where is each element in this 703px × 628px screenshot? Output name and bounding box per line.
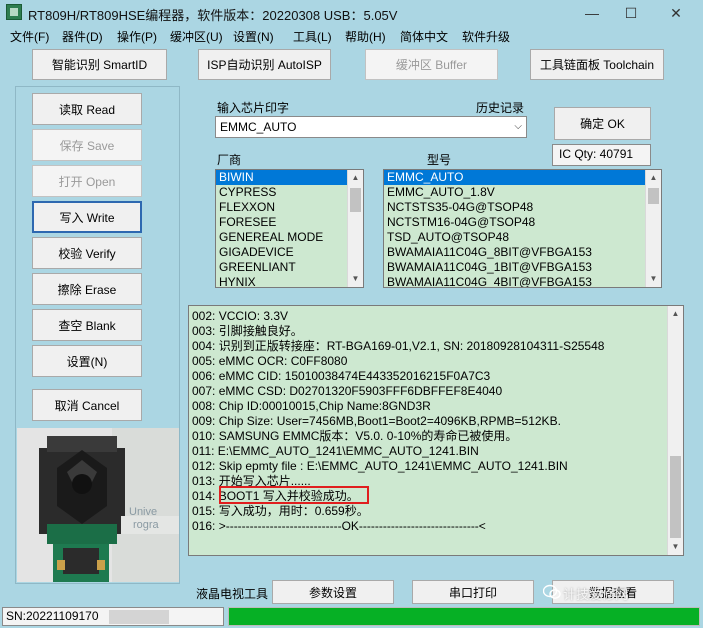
smartid-button[interactable]: 智能识别 SmartID (32, 49, 167, 80)
chip-combobox[interactable]: EMMC_AUTO ⌵ (215, 116, 527, 138)
menu-bar: 文件(F) 器件(D) 操作(P) 缓冲区(U) 设置(N) 工具(L) 帮助(… (0, 26, 703, 46)
menu-upgrade[interactable]: 软件升级 (462, 28, 510, 45)
scroll-up-icon[interactable]: ▲ (348, 170, 363, 186)
watermark-text: 计技爱修网 (563, 587, 629, 602)
autoisp-button[interactable]: ISP自动识别 AutoISP (198, 49, 331, 80)
serial-number-field: SN:20221109170 (2, 607, 224, 626)
maximize-button[interactable]: ☐ (617, 3, 645, 23)
menu-device[interactable]: 器件(D) (62, 28, 103, 45)
title-bar: RT809H/RT809HSE编程器，软件版本：20220308 USB：5.0… (0, 0, 703, 26)
menu-operation[interactable]: 操作(P) (117, 28, 157, 45)
vendor-list[interactable]: BIWIN CYPRESS FLEXXON FORESEE GENEREAL M… (215, 169, 364, 288)
log-line: 008: Chip ID:00010015,Chip Name:8GND3R (192, 399, 431, 413)
log-line: 006: eMMC CID: 15010038474E443352016215F… (192, 369, 491, 383)
menu-tools[interactable]: 工具(L) (293, 28, 332, 45)
progress-fill (229, 608, 699, 625)
verify-button[interactable]: 校验 Verify (32, 237, 142, 269)
scroll-thumb[interactable] (350, 188, 361, 212)
chip-input-label: 输入芯片印字 (217, 101, 290, 115)
vendor-item[interactable]: FLEXXON (216, 200, 363, 215)
window-title: RT809H/RT809HSE编程器，软件版本：20220308 USB：5.0… (28, 8, 398, 23)
close-button[interactable]: ✕ (662, 3, 690, 23)
log-line: 004: 识别到正版转接座：RT-BGA169-01,V2.1, SN: 201… (192, 339, 605, 353)
programmer-illustration (17, 428, 179, 582)
model-item[interactable]: BWAMAIA11C04G_1BIT@VFBGA153 (384, 260, 661, 275)
model-list[interactable]: EMMC_AUTO EMMC_AUTO_1.8V NCTSTS35-04G@TS… (383, 169, 662, 288)
programmer-photo: Unive rogra (17, 428, 179, 582)
scroll-up-icon[interactable]: ▲ (646, 170, 661, 186)
app-icon (6, 4, 22, 20)
menu-file[interactable]: 文件(F) (10, 28, 49, 45)
log-line: 015: 写入成功，用时：0.659秒。 (192, 504, 369, 518)
model-item[interactable]: BWAMAIA11C04G_4BIT@VFBGA153 (384, 275, 661, 287)
log-line: 005: eMMC OCR: C0FF8080 (192, 354, 348, 368)
model-header: 型号 (427, 153, 452, 167)
progress-bar (228, 607, 700, 626)
scroll-down-icon[interactable]: ▼ (646, 271, 661, 287)
log-line: 011: E:\EMMC_AUTO_1241\EMMC_AUTO_1241.BI… (192, 444, 479, 458)
model-item[interactable]: NCTSTS35-04G@TSOP48 (384, 200, 661, 215)
vendor-item[interactable]: FORESEE (216, 215, 363, 230)
log-line: 012: Skip epmty file : E:\EMMC_AUTO_1241… (192, 459, 568, 473)
chip-combobox-value: EMMC_AUTO (220, 120, 297, 134)
serial-number: SN:20221109170 (6, 609, 99, 623)
device-text-1: Unive (129, 506, 158, 518)
write-button[interactable]: 写入 Write (32, 201, 142, 233)
toolchain-button[interactable]: 工具链面板 Toolchain (530, 49, 664, 80)
model-item[interactable]: NCTSTM16-04G@TSOP48 (384, 215, 661, 230)
success-highlight-box (219, 486, 369, 504)
menu-buffer[interactable]: 缓冲区(U) (170, 28, 223, 45)
vendor-item[interactable]: GIGADEVICE (216, 245, 363, 260)
log-scrollbar[interactable]: ▲ ▼ (667, 306, 683, 555)
scroll-thumb[interactable] (648, 188, 659, 204)
scroll-up-icon[interactable]: ▲ (668, 306, 683, 322)
settings-button[interactable]: 设置(N) (32, 345, 142, 377)
cancel-button[interactable]: 取消 Cancel (32, 389, 142, 421)
vendor-item[interactable]: BIWIN (216, 170, 363, 185)
model-item[interactable]: BWAMAIA11C04G_8BIT@VFBGA153 (384, 245, 661, 260)
save-button[interactable]: 保存 Save (32, 129, 142, 161)
model-item[interactable]: TSD_AUTO@TSOP48 (384, 230, 661, 245)
history-label: 历史记录 (476, 101, 525, 115)
chevron-down-icon[interactable]: ⌵ (514, 117, 522, 137)
status-bar: SN:20221109170 (0, 605, 703, 628)
minimize-button[interactable]: — (578, 3, 606, 23)
read-button[interactable]: 读取 Read (32, 93, 142, 125)
buffer-button[interactable]: 缓冲区 Buffer (365, 49, 498, 80)
vendor-item[interactable]: CYPRESS (216, 185, 363, 200)
open-button[interactable]: 打开 Open (32, 165, 142, 197)
vendor-item[interactable]: GENEREAL MODE (216, 230, 363, 245)
serial-number-mask (109, 610, 169, 624)
vendor-header: 厂商 (217, 153, 242, 167)
log-line: 002: VCCIO: 3.3V (192, 309, 289, 323)
vendor-scrollbar[interactable]: ▲ ▼ (347, 170, 363, 287)
log-line: 010: SAMSUNG EMMC版本：V5.0. 0-10%的寿命已被使用。 (192, 429, 518, 443)
log-output[interactable]: 002: VCCIO: 3.3V 003: 引脚接触良好。 004: 识别到正版… (188, 305, 684, 556)
log-line: 007: eMMC CSD: D02701320F5903FFF6DBFFEF8… (192, 384, 503, 398)
menu-help[interactable]: 帮助(H) (345, 28, 386, 45)
device-text-2: rogra (133, 519, 159, 531)
model-item[interactable]: EMMC_AUTO_1.8V (384, 185, 661, 200)
log-line: 009: Chip Size: User=7456MB,Boot1=Boot2=… (192, 414, 561, 428)
ic-qty-field: IC Qty: 40791 (552, 144, 651, 166)
vendor-item[interactable]: HYNIX (216, 275, 363, 287)
menu-language[interactable]: 简体中文 (400, 28, 448, 45)
log-line: 003: 引脚接触良好。 (192, 324, 303, 338)
blank-check-button[interactable]: 查空 Blank (32, 309, 142, 341)
scroll-down-icon[interactable]: ▼ (668, 539, 683, 555)
confirm-button[interactable]: 确定 OK (554, 107, 651, 140)
vendor-item[interactable]: GREENLIANT (216, 260, 363, 275)
lcd-tool-label: 液晶电视工具 (196, 587, 269, 601)
menu-settings[interactable]: 设置(N) (233, 28, 274, 45)
model-item[interactable]: EMMC_AUTO (384, 170, 661, 185)
serial-tab[interactable]: 串口打印 (412, 580, 534, 604)
wechat-icon (543, 584, 561, 599)
scroll-thumb[interactable] (670, 456, 681, 538)
log-line: 016: >-----------------------------OK---… (192, 519, 486, 533)
params-tab[interactable]: 参数设置 (272, 580, 394, 604)
model-scrollbar[interactable]: ▲ ▼ (645, 170, 661, 287)
scroll-down-icon[interactable]: ▼ (348, 271, 363, 287)
erase-button[interactable]: 擦除 Erase (32, 273, 142, 305)
